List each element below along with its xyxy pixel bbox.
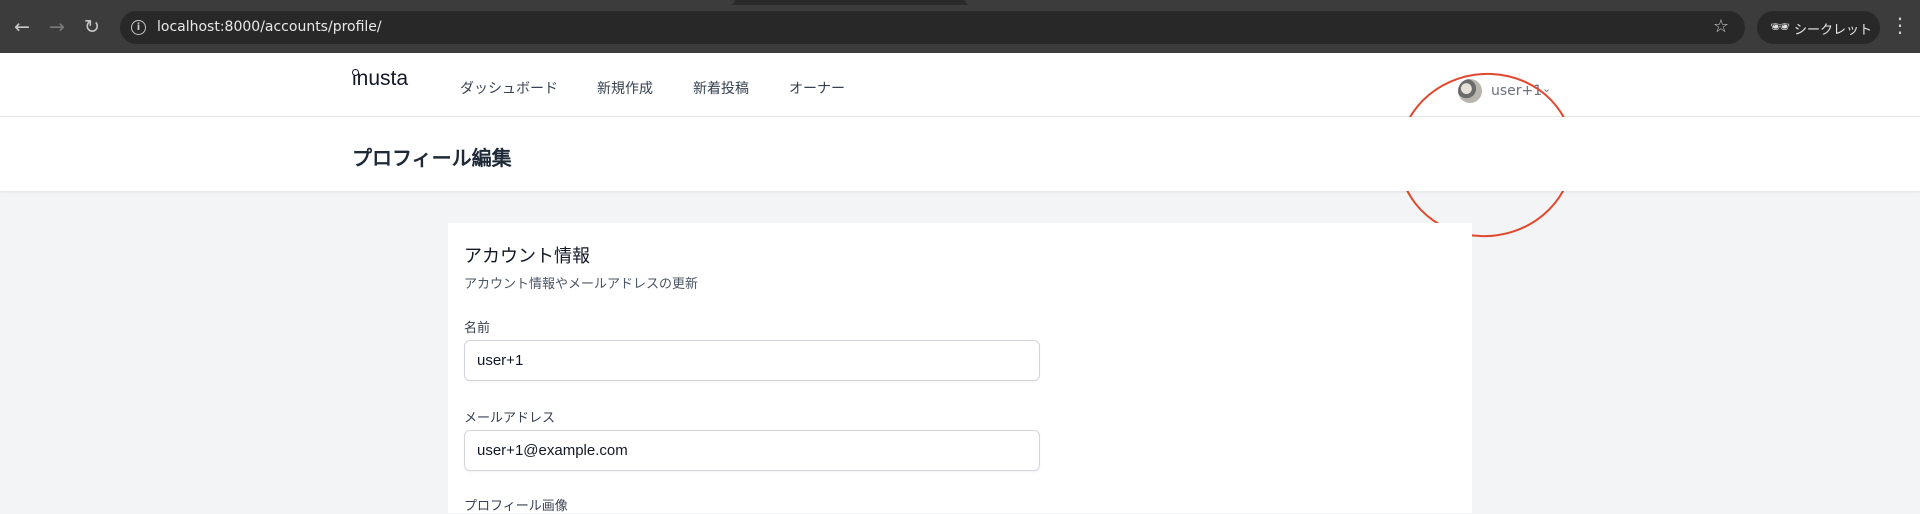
address-bar[interactable]: i localhost:8000/accounts/profile/ ☆ [120,11,1745,44]
name-input[interactable] [464,340,1040,381]
page-header: プロフィール編集 [0,117,1920,191]
email-input[interactable] [464,430,1040,471]
tab-edge-right[interactable] [965,0,1920,5]
incognito-icon: 🕶 [1770,17,1791,36]
logo[interactable]: inusta [352,67,408,91]
kebab-menu-icon[interactable]: ⋮ [1890,13,1910,37]
tab-strip [0,0,1920,5]
nav-link-latest-posts[interactable]: 新着投稿 [693,78,749,98]
page-title: プロフィール編集 [352,146,512,170]
nav-link-dashboard[interactable]: ダッシュボード [460,78,558,98]
info-icon[interactable]: i [131,20,146,35]
next-field-label: プロフィール画像 [464,499,568,514]
tab-edge-left[interactable] [0,0,735,5]
nav-link-owner[interactable]: オーナー [789,78,845,98]
name-label: 名前 [464,321,491,336]
arrow-right-icon[interactable]: → [45,15,69,39]
incognito-label: シークレット [1794,23,1873,38]
browser-toolbar: ← → ↻ i localhost:8000/accounts/profile/… [0,0,1920,53]
account-info-card: アカウント情報 アカウント情報やメールアドレスの更新 名前 メールアドレス プロ… [448,223,1472,514]
card-title: アカウント情報 [464,246,590,267]
card-description: アカウント情報やメールアドレスの更新 [464,277,699,292]
email-label: メールアドレス [464,411,556,426]
app-navbar: inusta ダッシュボード 新規作成 新着投稿 オーナー user+1 ⌄ [0,53,1920,249]
logo-mark [352,69,359,76]
arrow-left-icon[interactable]: ← [10,15,34,39]
incognito-badge[interactable]: 🕶 シークレット [1757,11,1880,44]
nav-link-create[interactable]: 新規作成 [597,78,653,98]
star-icon[interactable]: ☆ [1713,16,1729,37]
logo-text: inusta [352,67,409,90]
reload-icon[interactable]: ↻ [80,15,104,39]
url-text[interactable]: localhost:8000/accounts/profile/ [157,19,382,35]
